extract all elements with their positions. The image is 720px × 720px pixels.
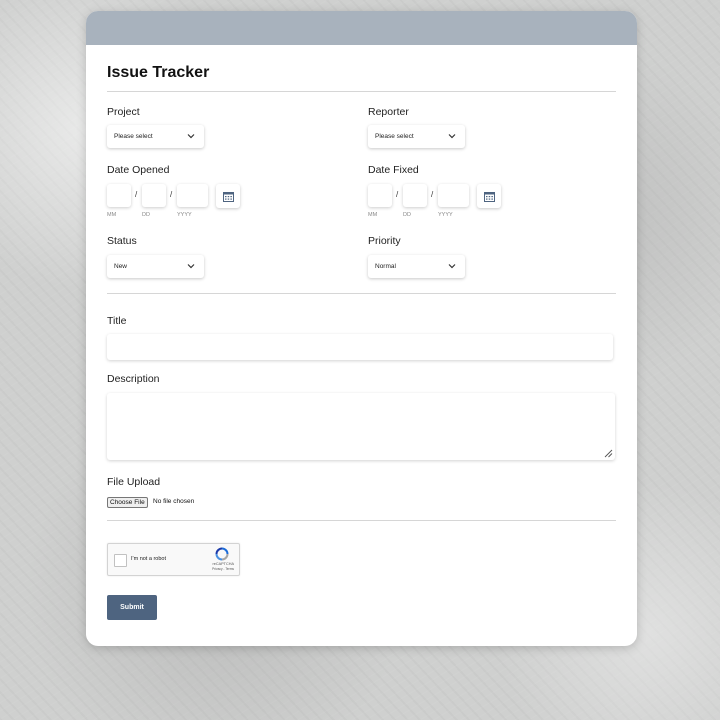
recaptcha-brand: reCAPTCHA xyxy=(212,562,234,566)
recaptcha-label: I'm not a robot xyxy=(131,556,166,562)
form-card: Issue Tracker Project Please select Repo… xyxy=(86,11,637,646)
date-opened-year-input[interactable] xyxy=(177,184,208,207)
date-opened-label: Date Opened xyxy=(107,164,170,176)
project-select[interactable]: Please select xyxy=(107,125,204,148)
description-label: Description xyxy=(107,373,160,385)
date-opened-hint-yyyy: YYYY xyxy=(177,212,192,218)
status-label: Status xyxy=(107,235,137,247)
date-opened-separator: / xyxy=(170,190,173,199)
recaptcha-terms-link[interactable]: Privacy - Terms xyxy=(212,567,234,571)
upload-divider xyxy=(107,520,616,521)
form-title: Issue Tracker xyxy=(107,64,210,81)
date-opened-month-input[interactable] xyxy=(107,184,131,207)
project-label: Project xyxy=(107,106,140,118)
date-fixed-hint-mm: MM xyxy=(368,212,378,218)
priority-select[interactable]: Normal xyxy=(368,255,465,278)
date-fixed-separator: / xyxy=(396,190,399,199)
date-fixed-month-input[interactable] xyxy=(368,184,392,207)
card-header-bar xyxy=(86,11,637,45)
reporter-select-value: Please select xyxy=(375,133,414,140)
chevron-down-icon xyxy=(187,264,195,269)
reporter-label: Reporter xyxy=(368,106,409,118)
date-opened-calendar-button[interactable] xyxy=(216,184,240,208)
section-divider xyxy=(107,293,616,294)
project-select-value: Please select xyxy=(114,133,153,140)
status-select-value: New xyxy=(114,263,128,270)
file-upload-label: File Upload xyxy=(107,476,161,488)
calendar-icon xyxy=(483,191,495,202)
date-fixed-hint-yyyy: YYYY xyxy=(438,212,453,218)
chevron-down-icon xyxy=(448,134,456,139)
date-opened-hint-dd: DD xyxy=(142,212,150,218)
priority-select-value: Normal xyxy=(375,263,396,270)
file-status-text: No file chosen xyxy=(153,498,195,505)
recaptcha-logo-icon xyxy=(215,547,229,561)
recaptcha-widget: I'm not a robot reCAPTCHA Privacy - Term… xyxy=(107,543,240,576)
submit-button[interactable]: Submit xyxy=(107,595,157,620)
title-field-label: Title xyxy=(107,315,127,327)
description-textarea[interactable] xyxy=(107,393,615,460)
reporter-select[interactable]: Please select xyxy=(368,125,465,148)
title-divider xyxy=(107,91,616,92)
date-fixed-year-input[interactable] xyxy=(438,184,469,207)
date-opened-separator: / xyxy=(135,190,138,199)
title-input[interactable] xyxy=(107,334,613,360)
date-fixed-label: Date Fixed xyxy=(368,164,419,176)
chevron-down-icon xyxy=(187,134,195,139)
resize-handle-icon[interactable] xyxy=(604,449,613,458)
date-opened-day-input[interactable] xyxy=(142,184,166,207)
date-fixed-day-input[interactable] xyxy=(403,184,427,207)
date-opened-hint-mm: MM xyxy=(107,212,117,218)
choose-file-button[interactable]: Choose File xyxy=(107,497,148,508)
date-fixed-hint-dd: DD xyxy=(403,212,411,218)
priority-label: Priority xyxy=(368,235,401,247)
status-select[interactable]: New xyxy=(107,255,204,278)
date-fixed-separator: / xyxy=(431,190,434,199)
calendar-icon xyxy=(222,191,234,202)
chevron-down-icon xyxy=(448,264,456,269)
recaptcha-checkbox[interactable] xyxy=(114,554,127,567)
date-fixed-calendar-button[interactable] xyxy=(477,184,501,208)
